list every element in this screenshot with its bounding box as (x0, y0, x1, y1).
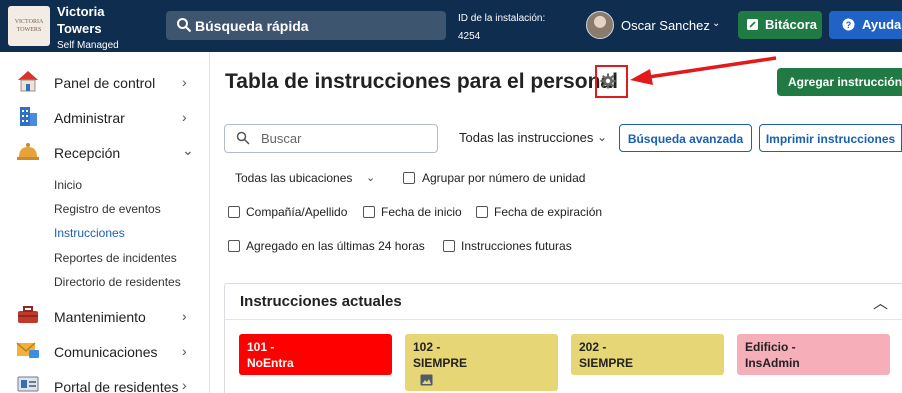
card-unit: Edificio - (745, 340, 796, 354)
panel-title: Instrucciones actuales (240, 293, 402, 310)
logo-text: VICTORIA TOWERS (14, 19, 44, 33)
chevron-right-icon: › (182, 308, 187, 324)
card-unit: 202 - (579, 340, 607, 354)
installation-id-value: 4254 (458, 31, 481, 42)
company-label: Compañía/Apellido (246, 205, 348, 219)
card-type: InsAdmin (745, 356, 800, 370)
avatar[interactable] (586, 11, 614, 39)
brand-name: Victoria Towers (57, 4, 105, 36)
future-label: Instrucciones futuras (461, 239, 572, 253)
sidebar-item-label: Comunicaciones (54, 344, 158, 360)
instruction-card[interactable]: 202 - SIEMPRE (571, 334, 724, 375)
help-label: Ayuda (862, 17, 902, 32)
card-type: NoEntra (247, 356, 294, 370)
chevron-right-icon: › (182, 74, 187, 90)
sidebar-item-label: Administrar (54, 110, 125, 126)
chevron-down-icon[interactable]: ⌄ (712, 18, 720, 29)
chevron-right-icon: › (182, 109, 187, 125)
annotation-arrow-icon (630, 56, 777, 85)
future-checkbox[interactable] (443, 240, 455, 252)
last24-checkbox[interactable] (228, 240, 240, 252)
search-input[interactable] (224, 124, 438, 153)
group-unit-label: Agrupar por número de unidad (422, 171, 586, 185)
sidebar-subitem-directorio-residentes[interactable]: Directorio de residentes (54, 275, 181, 289)
search-icon (236, 131, 250, 145)
house-icon (18, 71, 38, 92)
chevron-right-icon: › (182, 377, 187, 393)
card-unit: 102 - (413, 340, 441, 354)
instruction-card[interactable]: Edificio - InsAdmin (737, 334, 890, 375)
chevron-down-icon[interactable]: ⌄ (597, 130, 607, 144)
note-icon (747, 19, 758, 30)
print-instructions-button[interactable]: Imprimir instrucciones (759, 124, 902, 152)
card-type: SIEMPRE (579, 356, 634, 370)
sidebar-subitem-inicio[interactable]: Inicio (54, 178, 82, 192)
envelope-icon (16, 342, 39, 358)
instructions-filter-dropdown[interactable]: Todas las instrucciones (459, 130, 593, 145)
chevron-down-icon: ⌄ (182, 142, 194, 158)
installation-id-label: ID de la instalación: (458, 13, 546, 24)
sidebar-subitem-reportes-incidentes[interactable]: Reportes de incidentes (54, 251, 177, 265)
chevron-down-icon[interactable]: ⌄ (366, 171, 375, 184)
brand-subtitle: Self Managed (57, 40, 119, 51)
start-date-checkbox[interactable] (363, 206, 375, 218)
last24-label: Agregado en las últimas 24 horas (246, 239, 425, 253)
search-icon (177, 18, 192, 33)
expiry-date-label: Fecha de expiración (494, 205, 603, 219)
sidebar-item-label: Mantenimiento (54, 309, 146, 325)
toolbox-icon (18, 306, 38, 323)
image-icon[interactable] (420, 374, 433, 386)
advanced-search-button[interactable]: Búsqueda avanzada (619, 124, 752, 152)
start-date-label: Fecha de inicio (381, 205, 462, 219)
building-icon (20, 107, 37, 126)
sidebar-item-label: Panel de control (54, 75, 156, 91)
card-unit: 101 - (247, 340, 275, 354)
group-unit-checkbox[interactable] (403, 172, 415, 184)
company-checkbox[interactable] (228, 206, 240, 218)
sidebar-item-label: Recepción (54, 145, 121, 161)
panel-divider (225, 319, 902, 320)
quick-search-label: Búsqueda rápida (195, 18, 309, 34)
bell-icon (17, 143, 39, 160)
user-name[interactable]: Oscar Sanchez (621, 18, 710, 33)
locations-filter-dropdown[interactable]: Todas las ubicaciones (235, 171, 352, 185)
page-title: Tabla de instrucciones para el personal (225, 70, 618, 93)
sidebar-subitem-instrucciones[interactable]: Instrucciones (54, 226, 125, 240)
svg-text:?: ? (846, 20, 852, 30)
portal-icon (17, 376, 39, 392)
question-icon: ? (842, 18, 855, 31)
chevron-right-icon: › (182, 343, 187, 359)
sidebar-subitem-registro-eventos[interactable]: Registro de eventos (54, 202, 161, 216)
property-logo[interactable]: VICTORIA TOWERS (8, 6, 50, 46)
sidebar-item-label: Portal de residentes (54, 379, 179, 393)
search-placeholder: Buscar (261, 131, 302, 146)
bitacora-label: Bitácora (765, 17, 818, 32)
instruction-card[interactable]: 101 - NoEntra (239, 334, 392, 375)
chevron-up-icon[interactable]: ︿ (873, 292, 888, 313)
card-type: SIEMPRE (413, 356, 468, 370)
add-instruction-button[interactable]: Agregar instrucción (777, 68, 902, 96)
expiry-date-checkbox[interactable] (476, 206, 488, 218)
